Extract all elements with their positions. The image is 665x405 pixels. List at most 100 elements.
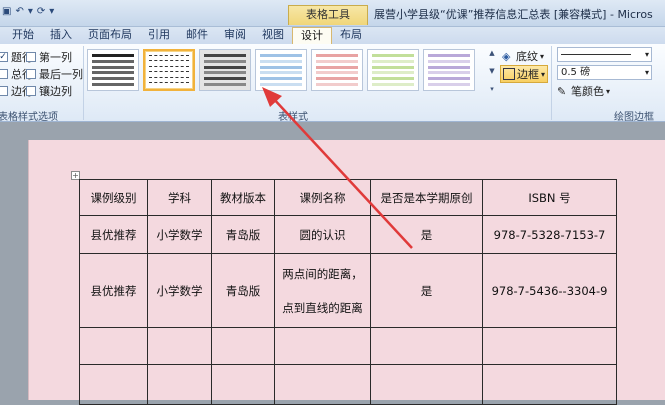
table-cell[interactable] <box>79 364 148 405</box>
ribbon-separator <box>551 46 552 120</box>
table-cell[interactable]: 青岛版 <box>211 215 275 254</box>
swatch-row <box>372 82 414 86</box>
swatch-row <box>260 59 302 63</box>
table-cell[interactable] <box>147 327 212 365</box>
tab-references[interactable]: 引用 <box>140 27 178 44</box>
table-row <box>79 327 617 365</box>
last-column-checkbox[interactable] <box>26 69 36 79</box>
swatch-row <box>149 76 189 80</box>
option-first-column[interactable]: 第一列 <box>26 49 72 65</box>
table-cell[interactable]: 两点间的距离， 点到直线的距离 <box>274 253 371 328</box>
swatch-row <box>428 65 470 69</box>
swatch-row <box>260 82 302 86</box>
customize-qat-icon[interactable]: ▾ <box>49 6 54 17</box>
banded-columns-checkbox[interactable] <box>26 86 36 96</box>
table-tools-label: 表格工具 <box>288 5 368 25</box>
gallery-more-icon[interactable]: ▾ <box>490 85 494 93</box>
table-style-swatch[interactable] <box>87 49 139 91</box>
window-title: 展营小学县级“优课”推荐信息汇总表 [兼容模式] - Micros <box>374 8 653 21</box>
swatch-row <box>260 71 302 75</box>
swatch-row <box>204 54 246 57</box>
group-label-style-options: 表格样式选项 <box>0 112 58 123</box>
table-cell[interactable]: 是 <box>370 215 483 254</box>
table-style-swatch[interactable] <box>367 49 419 91</box>
table-cell[interactable] <box>370 327 483 365</box>
tab-page-layout[interactable]: 页面布局 <box>80 27 140 44</box>
table-cell[interactable] <box>79 327 148 365</box>
table-cell[interactable] <box>274 327 371 365</box>
tab-view[interactable]: 视图 <box>254 27 292 44</box>
swatch-row <box>204 82 246 86</box>
tab-review[interactable]: 审阅 <box>216 27 254 44</box>
tab-design[interactable]: 设计 <box>292 27 332 44</box>
table-cell[interactable]: 小学数学 <box>147 253 212 328</box>
swatch-row <box>149 65 189 69</box>
option-banded-columns[interactable]: 镶边列 <box>26 83 72 99</box>
gallery-scroller: ▲ ▼ ▾ <box>487 49 497 93</box>
table-row <box>79 364 617 405</box>
swatch-row <box>372 71 414 75</box>
swatch-row <box>204 65 246 69</box>
table-cell[interactable]: 978-7-5328-7153-7 <box>482 215 617 254</box>
ribbon-separator <box>83 46 84 120</box>
table-cell[interactable]: 978-7-5436--3304-9 <box>482 253 617 328</box>
tab-mailings[interactable]: 邮件 <box>178 27 216 44</box>
table-header-row: 课例级别 学科 教材版本 课例名称 是否是本学期原创 ISBN 号 <box>79 179 617 216</box>
gallery-up-icon[interactable]: ▲ <box>489 49 494 57</box>
total-row-checkbox[interactable] <box>0 69 8 79</box>
first-column-checkbox[interactable] <box>26 52 36 62</box>
header-cell-level[interactable]: 课例级别 <box>79 179 148 216</box>
table-cell[interactable]: 青岛版 <box>211 253 275 328</box>
header-cell-isbn[interactable]: ISBN 号 <box>482 179 617 216</box>
swatch-row <box>149 60 189 63</box>
table-cell[interactable] <box>211 327 275 365</box>
table-cell[interactable]: 小学数学 <box>147 215 212 254</box>
header-cell-original[interactable]: 是否是本学期原创 <box>370 179 483 216</box>
tab-insert[interactable]: 插入 <box>42 27 80 44</box>
header-row-checkbox[interactable] <box>0 52 8 62</box>
save-icon[interactable]: ▣ <box>2 6 11 17</box>
borders-button[interactable]: 边框 ▾ <box>500 65 549 83</box>
table-row: 县优推荐 小学数学 青岛版 圆的认识 是 978-7-5328-7153-7 <box>79 215 617 254</box>
line-style-dropdown[interactable]: ▾ <box>557 47 652 62</box>
lesson-name-line-1: 两点间的距离， <box>282 266 363 281</box>
ribbon-tabs: 开始 插入 页面布局 引用 邮件 审阅 视图 设计 布局 <box>0 27 665 44</box>
banded-rows-checkbox[interactable] <box>0 86 8 96</box>
table-cell[interactable] <box>482 364 617 405</box>
swatch-row <box>149 71 189 74</box>
table-cell[interactable] <box>370 364 483 405</box>
table-cell[interactable]: 县优推荐 <box>79 215 148 254</box>
swatch-row <box>316 82 358 86</box>
header-cell-lesson-name[interactable]: 课例名称 <box>274 179 371 216</box>
table-cell[interactable] <box>274 364 371 405</box>
table-style-swatch[interactable] <box>311 49 363 91</box>
table-cell[interactable] <box>211 364 275 405</box>
option-last-column[interactable]: 最后一列 <box>26 66 83 82</box>
ribbon-design: 题行 第一列 总行 最后一列 边行 镶边列 表格样式选项 ▲ ▼ ▾ 表样式 ◈… <box>0 44 665 123</box>
border-grid-icon <box>503 68 515 80</box>
undo-dropdown-icon[interactable]: ▾ <box>28 6 33 17</box>
gallery-down-icon[interactable]: ▼ <box>489 67 494 75</box>
shading-button[interactable]: ◈ 底纹 ▾ <box>502 48 544 64</box>
line-weight-dropdown[interactable]: 0.5 磅 ▾ <box>557 65 652 80</box>
table-cell[interactable]: 县优推荐 <box>79 253 148 328</box>
header-cell-subject[interactable]: 学科 <box>147 179 212 216</box>
header-cell-edition[interactable]: 教材版本 <box>211 179 275 216</box>
tab-layout[interactable]: 布局 <box>332 27 370 44</box>
tab-home[interactable]: 开始 <box>0 27 42 44</box>
swatch-row <box>92 82 134 86</box>
table-cell[interactable]: 是 <box>370 253 483 328</box>
table-cell[interactable] <box>147 364 212 405</box>
table-style-swatch[interactable] <box>255 49 307 91</box>
table-cell[interactable] <box>482 327 617 365</box>
undo-icon[interactable]: ↶ <box>15 6 23 17</box>
swatch-row <box>204 59 246 63</box>
table-style-swatch[interactable] <box>423 49 475 91</box>
swatch-row <box>428 54 470 57</box>
chevron-down-icon: ▾ <box>606 86 611 96</box>
redo-icon[interactable]: ⟳ <box>37 6 45 17</box>
table-style-swatch[interactable] <box>143 49 195 91</box>
table-style-swatch[interactable] <box>199 49 251 91</box>
pen-color-button[interactable]: ✎ 笔颜色 ▾ <box>557 83 610 99</box>
table-cell[interactable]: 圆的认识 <box>274 215 371 254</box>
